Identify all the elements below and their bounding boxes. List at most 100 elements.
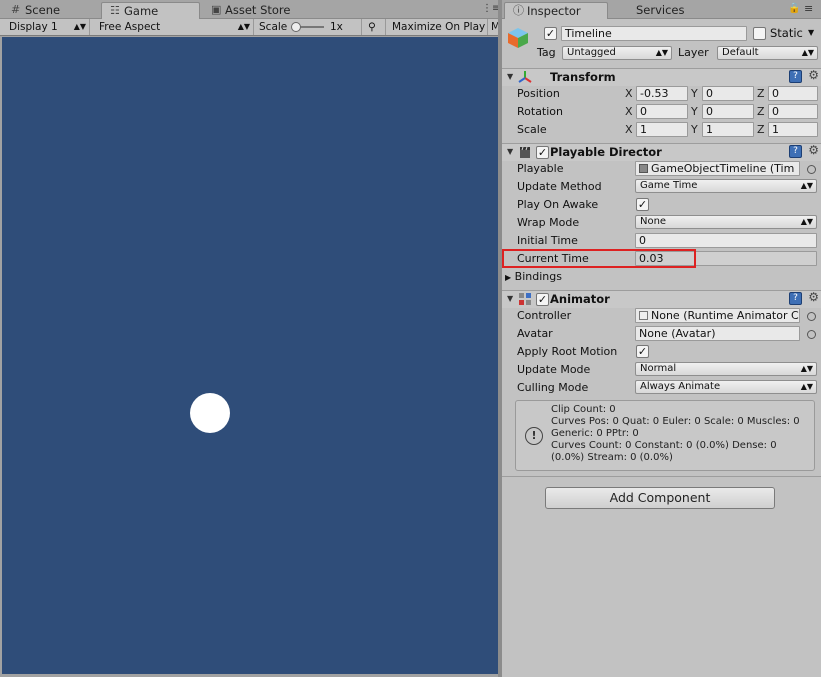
object-picker-icon[interactable] (807, 165, 816, 174)
dropdown-arrow-icon: ▲▼ (800, 217, 813, 226)
animator-enabled-checkbox[interactable]: ✓ (536, 293, 549, 306)
aspect-dropdown[interactable]: Free Aspect ▲▼ (94, 19, 254, 35)
tab-game-label: Game (124, 4, 159, 18)
help-book-icon[interactable]: ? (789, 70, 802, 83)
animator-title: Animator (550, 292, 610, 306)
apply-root-motion-checkbox[interactable]: ✓ (636, 345, 649, 358)
tab-inspector-label: Inspector (527, 4, 581, 18)
current-time-field[interactable]: 0.03 (635, 251, 817, 266)
object-picker-icon[interactable] (807, 330, 816, 339)
axis-x-label: X (625, 105, 633, 118)
playable-director-enabled-checkbox[interactable]: ✓ (536, 146, 549, 159)
add-component-button[interactable]: Add Component (545, 487, 775, 509)
dropdown-arrow-icon: ▲▼ (237, 22, 250, 31)
tab-game[interactable]: ☷ Game (101, 2, 200, 19)
gear-icon[interactable]: ⚙ (808, 290, 819, 304)
maximize-on-play-label: Maximize On Play (392, 21, 486, 33)
gear-icon[interactable]: ⚙ (808, 68, 819, 82)
animator-header[interactable]: ▼ ✓ Animator ? ⚙ (502, 290, 821, 308)
scale-slider-group: Scale 1x (254, 19, 362, 35)
playable-label: Playable (517, 162, 564, 175)
axis-z-label: Z (757, 123, 765, 136)
avatar-object-field[interactable]: None (Avatar) (635, 326, 800, 341)
transform-header[interactable]: ▼ Transform ? ⚙ (502, 68, 821, 86)
scale-z-field[interactable]: 1 (768, 122, 818, 137)
scene-grid-icon: # (11, 3, 21, 16)
wrap-mode-label: Wrap Mode (517, 216, 580, 229)
layer-dropdown[interactable]: Default ▲▼ (717, 46, 818, 60)
rotation-z-field[interactable]: 0 (768, 104, 818, 119)
scale-label: Scale (259, 21, 288, 33)
white-ball-sprite (190, 393, 230, 433)
director-clapboard-icon (518, 145, 532, 159)
update-method-value: Game Time (640, 180, 698, 191)
update-method-dropdown[interactable]: Game Time ▲▼ (635, 179, 817, 193)
foldout-triangle-icon[interactable]: ▼ (507, 294, 513, 303)
bindings-foldout[interactable]: ▶ Bindings (505, 269, 562, 285)
position-label: Position (517, 87, 560, 100)
rotation-x-field[interactable]: 0 (636, 104, 688, 119)
inspector-panel: ✓ Timeline Static ▼ Tag Untagged ▲▼ Laye… (502, 19, 821, 677)
wrap-mode-dropdown[interactable]: None ▲▼ (635, 215, 817, 229)
update-mode-dropdown[interactable]: Normal ▲▼ (635, 362, 817, 376)
stats-gizmo-button[interactable]: ⚲ (362, 19, 386, 35)
playable-object-field[interactable]: GameObjectTimeline (Tim (635, 161, 800, 176)
static-dropdown-arrow-icon[interactable]: ▼ (808, 28, 814, 37)
display-dropdown[interactable]: Display 1 ▲▼ (4, 19, 90, 35)
tag-label: Tag (537, 46, 556, 59)
right-tab-bar: ⓘ Inspector Services 🔒 ≡ (502, 0, 821, 19)
rotation-y-field[interactable]: 0 (702, 104, 754, 119)
animator-grid-icon (518, 292, 532, 306)
foldout-triangle-icon[interactable]: ▼ (507, 147, 513, 156)
lock-icon[interactable]: 🔒 (788, 3, 800, 14)
axis-y-label: Y (691, 87, 698, 100)
active-checkbox[interactable]: ✓ (544, 27, 557, 40)
tab-asset-store-label: Asset Store (225, 3, 291, 17)
controller-label: Controller (517, 309, 572, 322)
tab-asset-store[interactable]: ▣ Asset Store (203, 2, 313, 19)
playable-director-title: Playable Director (550, 145, 662, 159)
update-method-label: Update Method (517, 180, 602, 193)
foldout-triangle-icon[interactable]: ▼ (507, 72, 513, 81)
static-label: Static (770, 26, 803, 40)
tag-dropdown[interactable]: Untagged ▲▼ (562, 46, 672, 60)
dropdown-arrow-icon: ▲▼ (801, 48, 814, 57)
scale-slider-thumb[interactable] (291, 22, 301, 32)
playable-director-header[interactable]: ▼ ✓ Playable Director ? ⚙ (502, 143, 821, 161)
help-book-icon[interactable]: ? (789, 145, 802, 158)
position-y-field[interactable]: 0 (702, 86, 754, 101)
position-x-field[interactable]: -0.53 (636, 86, 688, 101)
tab-scene[interactable]: # Scene (3, 2, 99, 19)
play-on-awake-checkbox[interactable]: ✓ (636, 198, 649, 211)
axis-y-label: Y (691, 123, 698, 136)
initial-time-field[interactable]: 0 (635, 233, 817, 248)
culling-mode-dropdown[interactable]: Always Animate ▲▼ (635, 380, 817, 394)
scale-y-field[interactable]: 1 (702, 122, 754, 137)
display-dropdown-label: Display 1 (9, 21, 58, 33)
dropdown-arrow-icon: ▲▼ (800, 382, 813, 391)
toolbar-overflow-label: M (491, 21, 498, 33)
scale-label: Scale (517, 123, 547, 136)
layer-dropdown-value: Default (722, 47, 759, 58)
tab-menu-icon[interactable]: ≡ (804, 2, 813, 15)
maximize-on-play-button[interactable]: Maximize On Play (386, 19, 488, 35)
game-view[interactable] (2, 37, 498, 674)
tab-services[interactable]: Services (612, 2, 692, 19)
info-exclamation-icon: ! (525, 427, 543, 445)
game-toolbar: Display 1 ▲▼ Free Aspect ▲▼ Scale 1x ⚲ M… (0, 19, 498, 36)
transform-axes-icon (518, 70, 532, 84)
tab-inspector[interactable]: ⓘ Inspector (504, 2, 608, 19)
static-checkbox[interactable] (753, 27, 766, 40)
axis-z-label: Z (757, 105, 765, 118)
current-time-label: Current Time (517, 252, 589, 265)
scale-x-field[interactable]: 1 (636, 122, 688, 137)
controller-asset-icon (639, 311, 648, 320)
object-name-field[interactable]: Timeline (561, 26, 747, 41)
object-picker-icon[interactable] (807, 312, 816, 321)
help-book-icon[interactable]: ? (789, 292, 802, 305)
gear-icon[interactable]: ⚙ (808, 143, 819, 157)
controller-object-field[interactable]: None (Runtime Animator C (635, 308, 800, 323)
timeline-asset-icon (639, 164, 648, 173)
mute-audio-button[interactable]: M (488, 19, 498, 35)
position-z-field[interactable]: 0 (768, 86, 818, 101)
